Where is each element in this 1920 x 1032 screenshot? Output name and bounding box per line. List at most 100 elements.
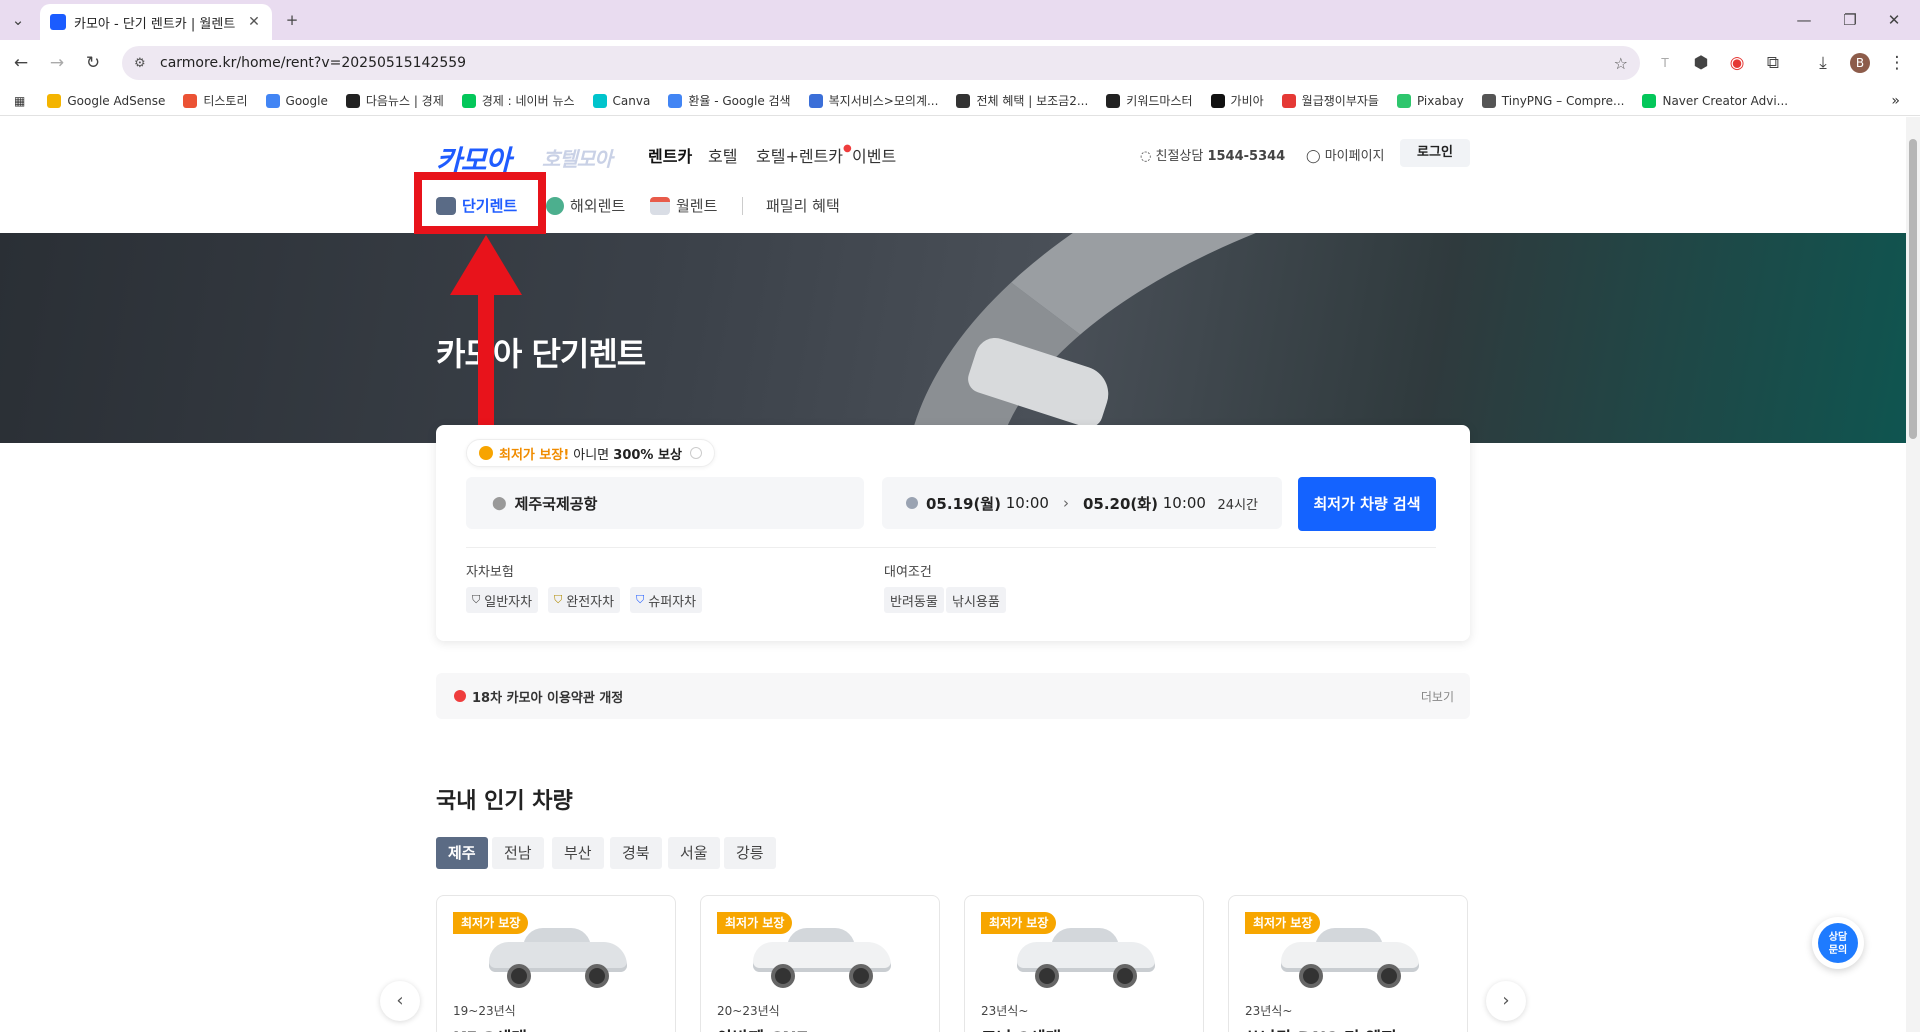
site-favicon-icon bbox=[50, 14, 66, 30]
bookmark-favicon-icon bbox=[1396, 93, 1411, 108]
insurance-full-chip[interactable]: ⛉ 완전자차 bbox=[548, 587, 621, 613]
car-image bbox=[1281, 926, 1419, 988]
price-guarantee-badge[interactable]: 최저가 보장! 아니면 300% 보상 bbox=[466, 439, 715, 467]
nav-rentcar[interactable]: 렌트카 bbox=[648, 143, 692, 167]
car-card[interactable]: 최저가 보장23년식~코나 2세대 bbox=[964, 895, 1204, 1032]
forward-icon[interactable]: → bbox=[46, 52, 68, 74]
bookmark-item[interactable]: TinyPNG – Compre... bbox=[1481, 92, 1624, 109]
bookmark-item[interactable]: 복지서비스>모의계... bbox=[808, 92, 938, 109]
bookmark-item[interactable]: Google AdSense bbox=[47, 92, 165, 109]
search-panel: 최저가 보장! 아니면 300% 보상 ⬤ 제주국제공항 05.19(월) 10… bbox=[436, 425, 1470, 641]
region-tab[interactable]: 제주 bbox=[436, 837, 488, 869]
car-year: 23년식~ bbox=[981, 1004, 1029, 1018]
bookmark-favicon-icon bbox=[1642, 93, 1657, 108]
notice-more-link[interactable]: 더보기 bbox=[1421, 688, 1454, 705]
bookmark-item[interactable]: Google bbox=[265, 92, 328, 109]
nav-event[interactable]: 이벤트 bbox=[852, 143, 896, 167]
insurance-basic-chip[interactable]: ⛉ 일반자차 bbox=[466, 587, 539, 613]
reload-icon[interactable]: ↻ bbox=[82, 52, 104, 74]
download-icon[interactable]: ⤓ bbox=[1812, 52, 1834, 74]
location-field[interactable]: ⬤ 제주국제공항 bbox=[466, 477, 864, 529]
condition-fishing-chip[interactable]: 낚시용품 bbox=[946, 587, 1006, 613]
location-value: 제주국제공항 bbox=[514, 494, 598, 513]
coin-icon bbox=[479, 446, 493, 460]
bookmark-favicon-icon bbox=[183, 93, 198, 108]
bookmark-item[interactable]: 월급쟁이부자들 bbox=[1281, 92, 1379, 109]
close-window-icon[interactable]: ✕ bbox=[1884, 10, 1904, 30]
consult-label: 친절상담 bbox=[1155, 149, 1204, 164]
new-tab-icon[interactable]: + bbox=[282, 10, 302, 30]
subnav-family-benefit[interactable]: 패밀리 혜택 bbox=[766, 195, 840, 216]
bookmark-favicon-icon bbox=[1210, 93, 1225, 108]
car-card[interactable]: 최저가 보장23년식~쏘나타 DN8 디 엣지 bbox=[1228, 895, 1468, 1032]
nav-hotel[interactable]: 호텔 bbox=[708, 143, 737, 167]
bookmark-item[interactable]: 키워드마스터 bbox=[1106, 92, 1193, 109]
car-year: 19~23년식 bbox=[453, 1004, 516, 1018]
region-tab[interactable]: 강릉 bbox=[724, 837, 776, 869]
login-button[interactable]: 로그인 bbox=[1400, 139, 1470, 167]
bookmark-label: 키워드마스터 bbox=[1126, 94, 1193, 108]
promo-bold: 300% 보상 bbox=[613, 447, 682, 463]
bookmark-item[interactable]: Canva bbox=[592, 92, 650, 109]
nav-hotel-rentcar[interactable]: 호텔+렌트카● bbox=[756, 143, 852, 167]
extension-record-icon[interactable]: ◉ bbox=[1726, 52, 1748, 74]
notice-bar[interactable]: 18차 카모아 이용약관 개정 더보기 bbox=[436, 673, 1470, 719]
browser-menu-icon[interactable]: ⋮ bbox=[1886, 52, 1908, 74]
extension-hex-icon[interactable]: ⬢ bbox=[1690, 52, 1712, 74]
bookmark-star-icon[interactable]: ☆ bbox=[1614, 54, 1628, 73]
close-tab-icon[interactable]: ✕ bbox=[246, 14, 262, 30]
rental-duration: 24시간 bbox=[1217, 497, 1258, 513]
bookmark-item[interactable]: 가비아 bbox=[1210, 92, 1264, 109]
panel-divider bbox=[466, 547, 1436, 548]
page-scrollbar[interactable] bbox=[1906, 117, 1920, 1032]
bookmark-favicon-icon bbox=[1281, 93, 1296, 108]
new-dot-icon: ● bbox=[843, 143, 852, 154]
info-icon[interactable] bbox=[689, 447, 702, 459]
mypage-label: 마이페이지 bbox=[1324, 149, 1385, 164]
consult-link[interactable]: ◌ 친절상담 1544-5344 bbox=[1140, 145, 1285, 164]
translate-extension-icon[interactable]: T bbox=[1654, 52, 1676, 74]
minimize-icon[interactable]: — bbox=[1794, 10, 1814, 30]
site-info-icon[interactable]: ⚙ bbox=[134, 56, 160, 71]
bookmark-item[interactable]: 티스토리 bbox=[183, 92, 248, 109]
profile-avatar[interactable]: B bbox=[1850, 53, 1870, 73]
carousel-next-button[interactable]: › bbox=[1486, 981, 1526, 1021]
region-tab[interactable]: 부산 bbox=[552, 837, 604, 869]
annotation-arrow-shaft bbox=[478, 287, 494, 425]
region-tab[interactable]: 경북 bbox=[610, 837, 662, 869]
extensions-puzzle-icon[interactable]: ⧉ bbox=[1762, 52, 1784, 74]
date-range-field[interactable]: 05.19(월) 10:00 › 05.20(화) 10:00 24시간 bbox=[882, 477, 1282, 529]
more-bookmarks-icon[interactable]: » bbox=[1891, 93, 1900, 109]
search-cars-button[interactable]: 최저가 차량 검색 bbox=[1298, 477, 1436, 531]
bookmark-item[interactable]: 환율 - Google 검색 bbox=[668, 92, 791, 109]
apps-grid-icon[interactable]: ▦ bbox=[14, 94, 25, 108]
browser-tab[interactable]: 카모아 - 단기 렌트카 | 월렌트 ✕ bbox=[40, 4, 272, 40]
back-icon[interactable]: ← bbox=[10, 52, 32, 74]
scrollbar-thumb[interactable] bbox=[1909, 139, 1917, 439]
chat-consult-button[interactable]: 상담 문의 bbox=[1812, 917, 1864, 969]
bookmark-item[interactable]: 경제 : 네이버 뉴스 bbox=[461, 92, 575, 109]
bookmark-item[interactable]: 다음뉴스 | 경제 bbox=[345, 92, 444, 109]
return-date: 05.20(화) bbox=[1082, 494, 1158, 513]
car-card[interactable]: 최저가 보장20~23년식아반떼 CN7 bbox=[700, 895, 940, 1032]
bookmark-favicon-icon bbox=[265, 93, 280, 108]
tab-list-icon[interactable]: ⌄ bbox=[8, 10, 28, 30]
restore-icon[interactable]: ❐ bbox=[1840, 10, 1860, 30]
car-card[interactable]: 최저가 보장19~23년식K5 3세대 bbox=[436, 895, 676, 1032]
mypage-link[interactable]: ◯ 마이페이지 bbox=[1306, 145, 1385, 164]
bookmark-label: 전체 혜택 | 보조금2... bbox=[976, 94, 1089, 108]
condition-pet-chip[interactable]: 반려동물 bbox=[884, 587, 944, 613]
bookmark-favicon-icon bbox=[592, 93, 607, 108]
address-bar[interactable]: ⚙ carmore.kr/home/rent?v=20250515142559 … bbox=[122, 46, 1640, 80]
bookmark-item[interactable]: Naver Creator Advi... bbox=[1642, 92, 1788, 109]
carousel-prev-button[interactable]: ‹ bbox=[380, 981, 420, 1021]
region-tab[interactable]: 서울 bbox=[668, 837, 720, 869]
bookmark-item[interactable]: Pixabay bbox=[1396, 92, 1464, 109]
subnav-overseas-rent[interactable]: 해외렌트 bbox=[546, 195, 625, 216]
subnav-divider bbox=[742, 197, 743, 215]
subnav-monthly-rent[interactable]: 월렌트 bbox=[650, 195, 717, 216]
hotelmore-logo[interactable]: 호텔모아 bbox=[542, 143, 613, 172]
region-tab[interactable]: 전남 bbox=[492, 837, 544, 869]
bookmark-item[interactable]: 전체 혜택 | 보조금2... bbox=[956, 92, 1088, 109]
insurance-super-chip[interactable]: ⛉ 슈퍼자차 bbox=[630, 587, 703, 613]
